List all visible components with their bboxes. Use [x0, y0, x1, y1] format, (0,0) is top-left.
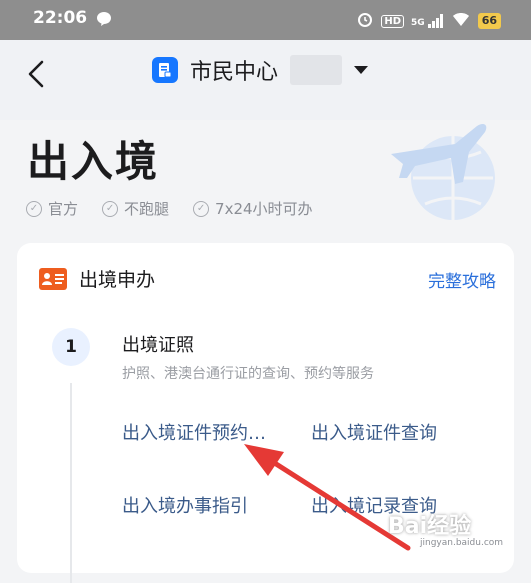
id-card-icon: [39, 267, 67, 290]
service-appointment-link[interactable]: 出入境证件预约…: [122, 419, 266, 445]
service-guide-link[interactable]: 出入境办事指引: [122, 492, 248, 518]
status-time: 22:06: [33, 8, 88, 28]
check-circle-icon: ✓: [26, 200, 42, 217]
redacted-city-name: [290, 55, 343, 85]
step-title: 出境证照: [122, 335, 194, 356]
status-bar: 22:06 HD 5G 66: [0, 0, 531, 40]
city-selector[interactable]: 市民中心: [152, 54, 369, 86]
tag-official: ✓ 官方: [26, 198, 78, 219]
message-icon: [96, 11, 112, 31]
watermark-logo: Bai经验: [388, 514, 472, 539]
hero-section: 出入境 ✓ 官方 ✓ 不跑腿 ✓ 7x24小时可办: [0, 120, 531, 240]
app-header: 市民中心: [0, 40, 531, 120]
step-connector: [70, 383, 72, 583]
alarm-icon: [356, 10, 374, 32]
chevron-left-icon: [28, 60, 44, 88]
tag-label: 7x24小时可办: [215, 200, 313, 218]
tag-24-7: ✓ 7x24小时可办: [193, 198, 313, 219]
signal-label: 5G: [411, 18, 425, 28]
card-title: 出境申办: [79, 269, 156, 291]
page-title: 出入境: [27, 137, 160, 186]
check-circle-icon: ✓: [102, 200, 119, 217]
tag-label: 官方: [48, 200, 79, 218]
step-description: 护照、港澳台通行证的查询、预约等服务: [122, 366, 374, 382]
full-guide-link[interactable]: 完整攻略: [428, 267, 496, 292]
check-circle-icon: ✓: [193, 200, 210, 217]
hd-icon: HD: [381, 14, 405, 28]
airplane-globe-icon: [385, 120, 505, 230]
feature-tags: ✓ 官方 ✓ 不跑腿 ✓ 7x24小时可办: [26, 198, 313, 219]
tag-no-visit: ✓ 不跑腿: [102, 198, 169, 219]
tag-label: 不跑腿: [124, 200, 170, 218]
app-logo-icon: [152, 57, 178, 83]
card-header: 出境申办: [39, 265, 155, 292]
caret-down-icon: [354, 66, 369, 74]
header-title: 市民中心: [190, 60, 279, 85]
status-icons: HD 5G 66: [356, 10, 501, 32]
cellular-signal-icon: 5G: [411, 14, 444, 28]
wifi-icon: [451, 11, 471, 31]
back-button[interactable]: [24, 58, 48, 90]
watermark-url: jingyan.baidu.com: [420, 538, 504, 548]
battery-indicator: 66: [477, 13, 501, 29]
service-query-link[interactable]: 出入境证件查询: [311, 419, 437, 445]
step-number: 1: [52, 328, 90, 366]
